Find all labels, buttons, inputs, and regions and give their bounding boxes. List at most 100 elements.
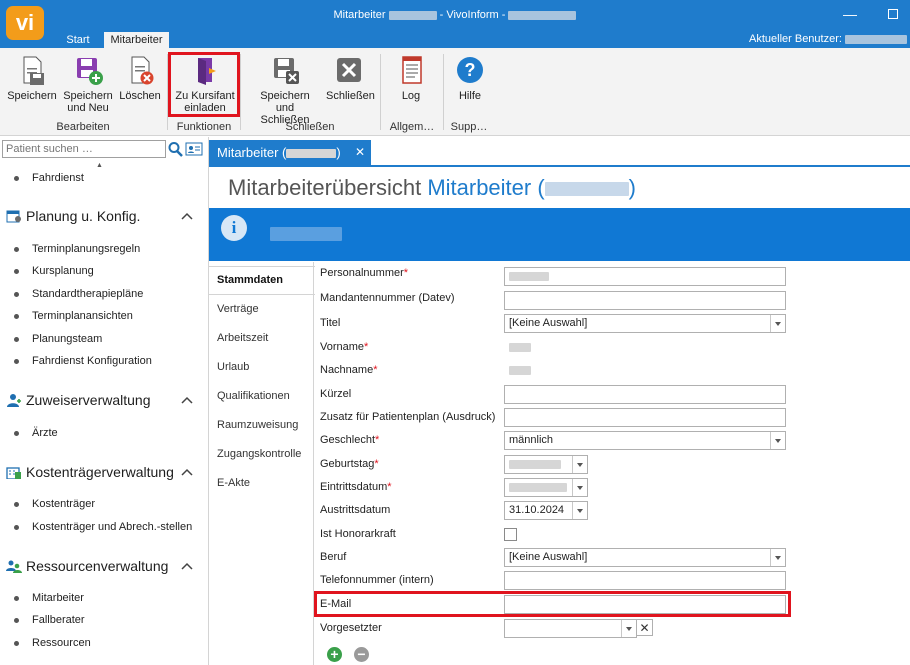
sidebar-item-fahrdienst[interactable]: Fahrdienst — [32, 172, 84, 184]
clear-vorgesetzter-button[interactable]: ✕ — [637, 619, 653, 636]
section-title: Ressourcenverwaltung — [26, 558, 169, 574]
personalnummer-field[interactable] — [504, 267, 786, 286]
ribbon: Speichern Speichern und Neu Löschen Zu K… — [0, 48, 910, 136]
tab-raumzuweisung[interactable]: Raumzuweisung — [217, 419, 298, 431]
sidebar-item-kursplanung[interactable]: Kursplanung — [32, 265, 94, 277]
patient-search-input[interactable] — [2, 140, 166, 158]
delete-label: Löschen — [119, 90, 161, 102]
honorarkraft-checkbox[interactable] — [504, 528, 517, 541]
tab-urlaub[interactable]: Urlaub — [217, 361, 249, 373]
save-close-button[interactable]: Speichern und Schließen — [251, 54, 319, 126]
save-new-button[interactable]: Speichern und Neu — [62, 54, 114, 114]
required-mark: * — [403, 267, 409, 279]
document-tab[interactable]: Mitarbeiter () ✕ — [209, 140, 371, 165]
mandantennummer-field[interactable] — [504, 291, 786, 310]
sidebar-item-mitarbeiter[interactable]: Mitarbeiter — [32, 592, 84, 604]
delete-button[interactable]: Löschen — [118, 54, 162, 102]
search-icon[interactable] — [166, 140, 184, 158]
chevron-down-icon[interactable] — [770, 549, 785, 566]
section-title: Zuweiserverwaltung — [26, 392, 151, 408]
sidebar-item-ressourcen[interactable]: Ressourcen — [32, 637, 91, 649]
section-zuweiser[interactable]: Zuweiserverwaltung — [6, 392, 151, 408]
sidebar-item-standardtherapieplaene[interactable]: Standardtherapiepläne — [32, 288, 143, 300]
eintrittsdatum-datepicker[interactable] — [504, 478, 588, 497]
sidebar-item-fahrdienst-konfiguration[interactable]: Fahrdienst Konfiguration — [32, 355, 152, 367]
section-planung[interactable]: Planung u. Konfig. — [6, 208, 140, 224]
chevron-down-icon[interactable] — [621, 620, 636, 637]
vertical-tabs: Stammdaten Verträge Arbeitszeit Urlaub Q… — [209, 262, 314, 665]
tab-vertraege[interactable]: Verträge — [217, 303, 259, 315]
telefon-field[interactable] — [504, 571, 786, 590]
redacted-value — [509, 459, 561, 469]
help-button[interactable]: ? Hilfe — [450, 54, 490, 102]
chevron-up-icon[interactable] — [180, 560, 194, 574]
zusatz-field[interactable] — [504, 408, 786, 427]
chevron-up-icon[interactable] — [180, 210, 194, 224]
scroll-up-arrow-icon[interactable]: ▲ — [96, 162, 103, 169]
sidebar-item-kostentraeger-abrechnungsstellen[interactable]: Kostenträger und Abrech.-stellen — [32, 521, 192, 533]
chevron-down-icon[interactable] — [770, 432, 785, 449]
nachname-field[interactable] — [504, 361, 786, 380]
close-button[interactable]: Schließen — [326, 54, 375, 102]
group-label-close: Schließen — [285, 121, 335, 133]
chevron-down-icon[interactable] — [572, 479, 587, 496]
minimize-button[interactable]: — — [843, 6, 857, 22]
info-banner — [209, 208, 910, 261]
log-button[interactable]: Log — [390, 54, 432, 102]
kuerzel-field[interactable] — [504, 385, 786, 404]
save-new-label-1: Speichern — [63, 90, 113, 102]
section-title: Planung u. Konfig. — [26, 208, 141, 224]
bullet-icon — [14, 314, 19, 319]
bullet-icon — [14, 176, 19, 181]
sidebar-item-aerzte[interactable]: Ärzte — [32, 427, 58, 439]
sidebar-item-kostentraeger[interactable]: Kostenträger — [32, 498, 95, 510]
info-icon: i — [221, 215, 247, 241]
titel-select[interactable]: [Keine Auswahl] — [504, 314, 786, 333]
bullet-icon — [14, 269, 19, 274]
vorname-field[interactable] — [504, 338, 786, 357]
tab-mitarbeiter[interactable]: Mitarbeiter — [104, 32, 169, 49]
ribbon-separator — [380, 54, 381, 130]
label-honorarkraft: Ist Honorarkraft — [320, 528, 396, 540]
patient-card-icon[interactable] — [185, 140, 203, 158]
maximize-button[interactable] — [888, 9, 898, 19]
sidebar-item-planungsteam[interactable]: Planungsteam — [32, 333, 102, 345]
vorgesetzter-select[interactable] — [504, 619, 637, 638]
tab-e-akte[interactable]: E-Akte — [217, 477, 250, 489]
chevron-down-icon[interactable] — [572, 456, 587, 473]
redacted-name — [286, 149, 337, 159]
beruf-select[interactable]: [Keine Auswahl] — [504, 548, 786, 567]
austrittsdatum-datepicker[interactable]: 31.10.2024 — [504, 501, 588, 520]
close-tab-icon[interactable]: ✕ — [355, 140, 365, 165]
group-label-functions: Funktionen — [176, 121, 232, 133]
geschlecht-select[interactable]: männlich — [504, 431, 786, 450]
chevron-down-icon[interactable] — [572, 502, 587, 519]
section-ressourcen[interactable]: Ressourcenverwaltung — [6, 558, 168, 574]
tab-stammdaten[interactable]: Stammdaten — [217, 274, 283, 286]
close-label: Schließen — [326, 90, 375, 102]
save-button[interactable]: Speichern — [6, 54, 58, 102]
tab-zugangskontrolle[interactable]: Zugangskontrolle — [217, 448, 301, 460]
sidebar-item-terminplanansichten[interactable]: Terminplanansichten — [32, 310, 133, 322]
chevron-down-icon[interactable] — [770, 315, 785, 332]
remove-button[interactable]: − — [354, 647, 369, 662]
label-text: Nachname — [320, 364, 374, 376]
sidebar-item-fallberater[interactable]: Fallberater — [32, 614, 85, 626]
people-icon — [6, 559, 22, 573]
delete-document-icon — [124, 54, 156, 86]
tab-underline — [209, 165, 910, 167]
window-title: Mitarbeiter - VivoInform - — [0, 9, 910, 21]
tab-arbeitszeit[interactable]: Arbeitszeit — [217, 332, 268, 344]
tab-qualifikationen[interactable]: Qualifikationen — [217, 390, 290, 402]
chevron-up-icon[interactable] — [180, 394, 194, 408]
building-icon — [6, 465, 22, 480]
tab-start[interactable]: Start — [53, 32, 103, 49]
chevron-up-icon[interactable] — [180, 466, 194, 480]
add-button[interactable]: + — [327, 647, 342, 662]
section-kostentraeger[interactable]: Kostenträgerverwaltung — [6, 464, 174, 480]
sidebar-item-terminplanungsregeln[interactable]: Terminplanungsregeln — [32, 243, 140, 255]
bullet-icon — [14, 337, 19, 342]
geburtstag-datepicker[interactable] — [504, 455, 588, 474]
label-austrittsdatum: Austrittsdatum — [320, 504, 391, 516]
bullet-icon — [14, 502, 19, 507]
